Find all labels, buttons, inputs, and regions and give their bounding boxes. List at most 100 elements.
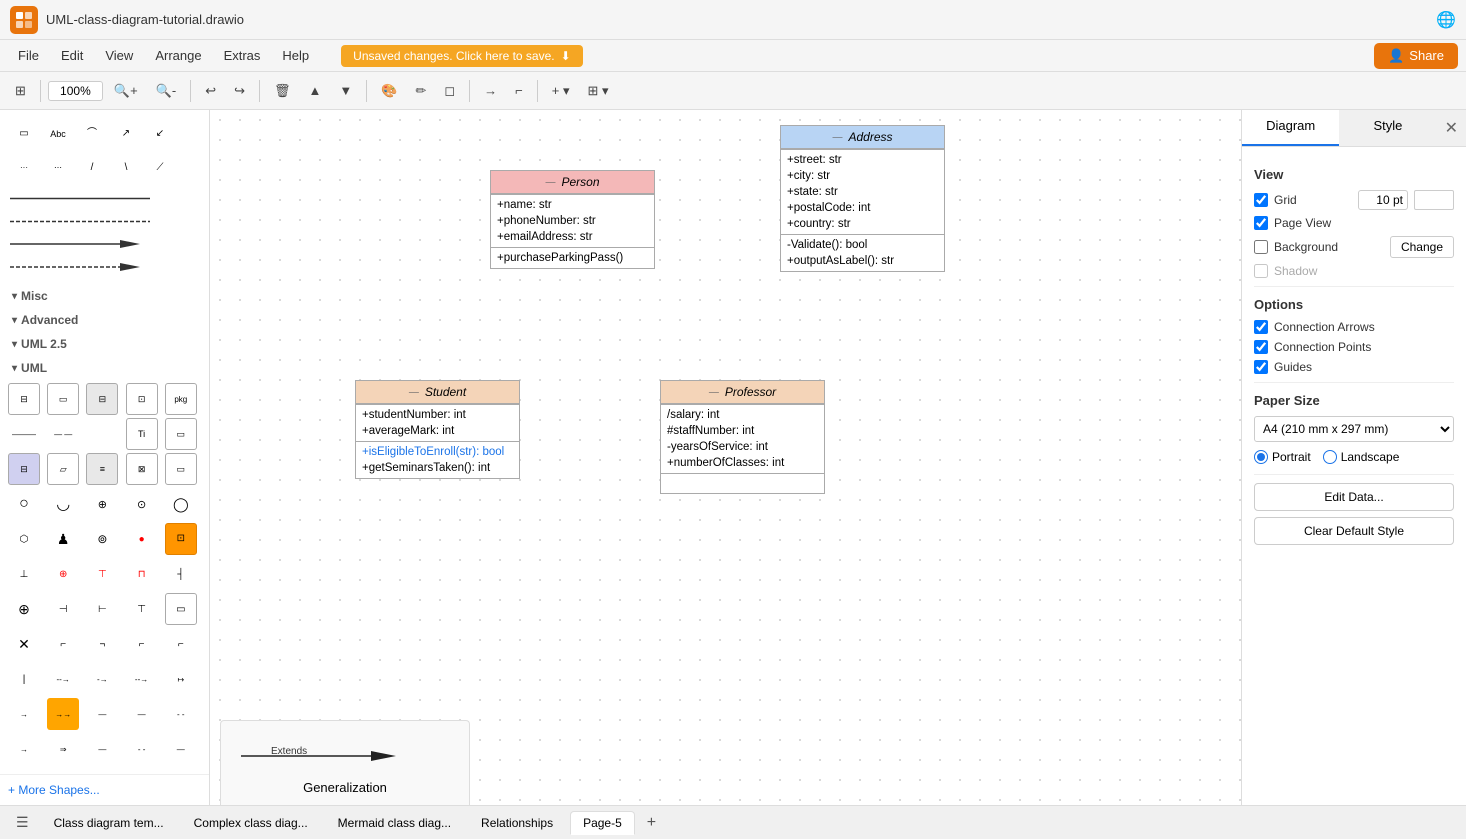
uml-shape-11[interactable]: ⊟ xyxy=(8,453,40,485)
uml-shape-21[interactable]: ⬡ xyxy=(8,523,40,555)
portrait-option[interactable]: Portrait xyxy=(1254,450,1311,464)
paper-size-select[interactable]: A4 (210 mm x 297 mm) xyxy=(1254,416,1454,442)
edit-data-button[interactable]: Edit Data... xyxy=(1254,483,1454,511)
insert-button[interactable]: + ▾ xyxy=(545,79,577,103)
menu-arrange[interactable]: Arrange xyxy=(145,45,211,66)
uml-shape-30[interactable]: ┤ xyxy=(165,558,197,590)
uml-shape-44[interactable]: --→ xyxy=(126,663,158,695)
save-notice[interactable]: Unsaved changes. Click here to save. ⬇ xyxy=(341,45,583,67)
uml-shape-45[interactable]: ↦ xyxy=(165,663,197,695)
to-front-button[interactable]: ▲ xyxy=(302,79,329,102)
uml-shape-54[interactable]: - - xyxy=(126,733,158,765)
guides-checkbox[interactable] xyxy=(1254,360,1268,374)
uml-shape-4[interactable]: ⊡ xyxy=(126,383,158,415)
uml-shape-53[interactable]: — xyxy=(86,733,118,765)
shape-dots1[interactable]: ··· xyxy=(8,152,40,184)
connection-arrows-checkbox[interactable] xyxy=(1254,320,1268,334)
sidebar-misc-header[interactable]: Misc xyxy=(4,283,205,307)
shadow-toggle-button[interactable]: ◻ xyxy=(437,79,462,103)
waypoint-button[interactable]: ⌐ xyxy=(508,79,530,102)
undo-button[interactable]: ↩ xyxy=(198,79,223,103)
uml-shape-36[interactable]: ✕ xyxy=(8,628,40,660)
class-professor-collapse-icon[interactable]: — xyxy=(709,387,719,398)
uml-shape-38[interactable]: ¬ xyxy=(86,628,118,660)
uml-shape-20[interactable]: ◯ xyxy=(165,488,197,520)
shape-slash1[interactable]: / xyxy=(76,152,108,184)
uml-shape-46[interactable]: → xyxy=(8,698,40,730)
uml-shape-48[interactable]: — xyxy=(86,698,118,730)
shape-bslash[interactable]: ⟋ xyxy=(144,152,176,184)
uml-shape-19[interactable]: ⊙ xyxy=(126,488,158,520)
uml-shape-7[interactable]: — — xyxy=(47,418,79,450)
uml-shape-33[interactable]: ⊢ xyxy=(86,593,118,625)
add-page-button[interactable]: + xyxy=(639,810,664,836)
grid-checkbox[interactable] xyxy=(1254,193,1268,207)
uml-shape-51[interactable]: → xyxy=(8,733,40,765)
menu-help[interactable]: Help xyxy=(272,45,319,66)
uml-shape-32[interactable]: ⊣ xyxy=(47,593,79,625)
shape-arrow2[interactable]: ↙ xyxy=(144,118,176,150)
menu-file[interactable]: File xyxy=(8,45,49,66)
class-person[interactable]: — Person +name: str +phoneNumber: str +e… xyxy=(490,170,655,269)
uml-shape-13[interactable]: ≡ xyxy=(86,453,118,485)
uml-shape-8[interactable] xyxy=(86,418,118,450)
shape-curve[interactable]: ⌒ xyxy=(76,118,108,150)
table-button[interactable]: ⊞ ▾ xyxy=(581,79,616,103)
to-back-button[interactable]: ▼ xyxy=(332,79,359,102)
class-address[interactable]: — Address +street: str +city: str +state… xyxy=(780,125,945,272)
tab-diagram[interactable]: Diagram xyxy=(1242,110,1339,146)
uml-shape-24[interactable]: ● xyxy=(126,523,158,555)
landscape-radio[interactable] xyxy=(1323,450,1337,464)
class-address-collapse-icon[interactable]: — xyxy=(832,132,842,143)
right-panel-close-button[interactable]: ✕ xyxy=(1437,110,1466,146)
uml-shape-55[interactable]: — xyxy=(165,733,197,765)
uml-shape-49[interactable]: — xyxy=(126,698,158,730)
class-student-collapse-icon[interactable]: — xyxy=(409,387,419,398)
connection-points-checkbox[interactable] xyxy=(1254,340,1268,354)
zoom-in-button[interactable]: 🔍+ xyxy=(107,79,145,103)
tab-relationships[interactable]: Relationships xyxy=(468,811,566,835)
uml-shape-5[interactable]: pkg xyxy=(165,383,197,415)
uml-shape-14[interactable]: ⊠ xyxy=(126,453,158,485)
uml-shape-23[interactable]: ⊚ xyxy=(86,523,118,555)
uml-shape-3[interactable]: ⊟ xyxy=(86,383,118,415)
tab-complex-class-diag[interactable]: Complex class diag... xyxy=(181,811,321,835)
class-student[interactable]: — Student +studentNumber: int +averageMa… xyxy=(355,380,520,479)
background-checkbox[interactable] xyxy=(1254,240,1268,254)
tab-mermaid-class-diag[interactable]: Mermaid class diag... xyxy=(325,811,464,835)
uml-shape-31[interactable]: ⊕ xyxy=(8,593,40,625)
shape-text[interactable]: Abc xyxy=(42,118,74,150)
shape-dots2[interactable]: ⋯ xyxy=(42,152,74,184)
fill-color-button[interactable]: 🎨 xyxy=(374,79,404,103)
background-change-button[interactable]: Change xyxy=(1390,236,1454,258)
uml-shape-12[interactable]: ▱ xyxy=(47,453,79,485)
uml-shape-29[interactable]: ⊓ xyxy=(126,558,158,590)
uml-shape-15[interactable]: ▭ xyxy=(165,453,197,485)
menu-extras[interactable]: Extras xyxy=(214,45,271,66)
tab-page-5[interactable]: Page-5 xyxy=(570,811,635,835)
shape-slash2[interactable]: \ xyxy=(110,152,142,184)
uml-shape-34[interactable]: ⊤ xyxy=(126,593,158,625)
uml-shape-2[interactable]: ▭ xyxy=(47,383,79,415)
tab-style[interactable]: Style xyxy=(1339,110,1436,146)
class-professor[interactable]: — Professor /salary: int #staffNumber: i… xyxy=(660,380,825,494)
more-shapes-link[interactable]: + More Shapes... xyxy=(0,774,209,805)
uml-shape-25[interactable]: ⊡ xyxy=(165,523,197,555)
menu-edit[interactable]: Edit xyxy=(51,45,93,66)
canvas-area[interactable]: — Person +name: str +phoneNumber: str +e… xyxy=(210,110,1241,805)
sidebar-toggle-button[interactable]: ☰ xyxy=(8,810,37,835)
sidebar-advanced-header[interactable]: Advanced xyxy=(4,307,205,331)
share-button[interactable]: 👤 Share xyxy=(1374,43,1458,69)
landscape-option[interactable]: Landscape xyxy=(1323,450,1400,464)
shadow-checkbox[interactable] xyxy=(1254,264,1268,278)
sidebar-uml25-header[interactable]: UML 2.5 xyxy=(4,331,205,355)
uml-shape-43[interactable]: -→ xyxy=(86,663,118,695)
uml-shape-18[interactable]: ⊕ xyxy=(86,488,118,520)
grid-value-input[interactable] xyxy=(1358,190,1408,210)
uml-shape-42[interactable]: --→ xyxy=(47,663,79,695)
uml-shape-39[interactable]: ⌐ xyxy=(126,628,158,660)
shape-arrow1[interactable]: ↗ xyxy=(110,118,142,150)
uml-shape-52[interactable]: ⇒ xyxy=(47,733,79,765)
redo-button[interactable]: ↪ xyxy=(227,79,252,103)
uml-shape-27[interactable]: ⊕ xyxy=(47,558,79,590)
